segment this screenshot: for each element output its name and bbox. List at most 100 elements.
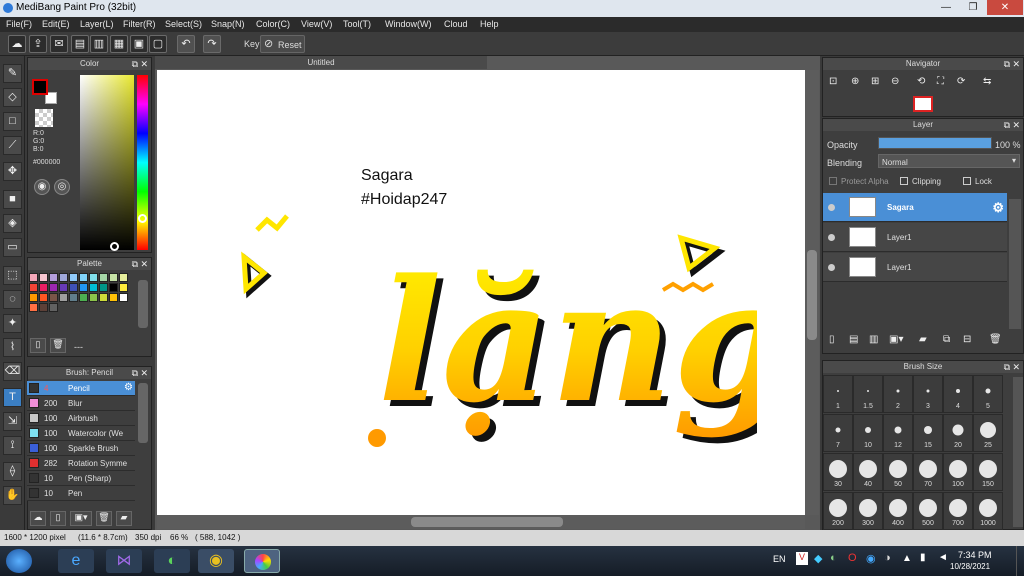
color-picker-icon[interactable]: ◎ [54,179,70,195]
new-palette-icon[interactable]: ▯ [30,338,46,353]
duplicate-layer-icon[interactable]: ⧉ [943,334,950,345]
palette-swatch[interactable] [69,273,78,282]
opacity-slider[interactable] [878,137,992,149]
palette-swatch[interactable] [39,283,48,292]
palette-swatch[interactable] [29,303,38,312]
brush-tool-icon[interactable]: ✎ [3,64,22,83]
panel-close-icon[interactable]: ✕ [140,258,148,270]
vertical-scroll-thumb[interactable] [807,250,817,340]
chrome-icon[interactable]: ◉ [198,549,234,573]
palette-swatch[interactable] [79,283,88,292]
sv-cursor[interactable] [110,242,119,251]
tray-app-icon[interactable]: ◆ [814,552,822,565]
tray-icon-2[interactable]: ◉ [866,552,876,565]
move-tool-icon[interactable]: ✥ [3,162,22,181]
undock-icon[interactable]: ⧉ [1004,119,1010,131]
menu-help[interactable]: Help [480,19,499,29]
brush-item[interactable]: 10 Pen (Sharp) [27,471,135,486]
palette-scrollbar[interactable] [138,280,148,328]
upload-icon[interactable]: ⇪ [29,35,47,53]
palette-swatch[interactable] [69,283,78,292]
panel-close-icon[interactable]: ✕ [1012,58,1020,70]
brush-item[interactable]: 200 Blur [27,396,135,411]
brush-item[interactable]: 100 Airbrush [27,411,135,426]
layer-row[interactable]: Sagara ⚙ [823,193,1007,222]
menu-tool[interactable]: Tool(T) [343,19,371,29]
palette-swatch[interactable] [109,293,118,302]
navigator-thumbnail[interactable] [913,96,933,112]
add-brush-dropdown-icon[interactable]: ▣▾ [70,511,92,526]
network-icon[interactable]: ▮ [920,552,926,563]
menu-cloud[interactable]: Cloud [444,19,468,29]
palette-swatch[interactable] [89,273,98,282]
blending-select[interactable]: Normal ▾ [878,154,1020,168]
cloud-icon[interactable]: ☁ [8,35,26,53]
layer-scrollbar[interactable] [1009,199,1021,329]
layer-settings-icon[interactable]: ⚙ [992,200,1004,216]
select-pen-icon[interactable]: ⌇ [3,338,22,357]
horizontal-scroll-thumb[interactable] [411,517,563,527]
brush-item[interactable]: 282 Rotation Symme [27,456,135,471]
new-8bit-layer-icon[interactable]: ▥ [869,334,878,345]
palette-swatch[interactable] [69,293,78,302]
menu-window[interactable]: Window(W) [385,19,432,29]
palette-swatch[interactable] [99,283,108,292]
brush-size-option[interactable]: 25 [973,414,1003,452]
add-layer-dropdown-icon[interactable]: ▣▾ [889,334,903,345]
redo-icon[interactable]: ↷ [203,35,221,53]
brush-size-option[interactable]: 150 [973,453,1003,491]
protect-alpha-checkbox[interactable] [829,177,837,185]
medibang-taskbar-icon[interactable] [244,549,280,573]
dropper2-icon[interactable]: ⟠ [3,462,22,481]
palette-swatch[interactable] [29,273,38,282]
volume-icon[interactable]: ◄ [938,552,948,563]
undo-icon[interactable]: ↶ [177,35,195,53]
palette-swatch[interactable] [59,293,68,302]
menu-layer[interactable]: Layer(L) [80,19,114,29]
menu-edit[interactable]: Edit(E) [42,19,70,29]
brush-item[interactable]: 10 Pen [27,486,135,501]
list-icon[interactable]: ▣ [130,35,148,53]
comment-icon[interactable]: ✉ [50,35,68,53]
clipping-checkbox[interactable] [900,177,908,185]
zoom-fit-icon[interactable]: ⊡ [829,76,843,90]
bucket-tool-icon[interactable]: ◈ [3,214,22,233]
text-tool-icon[interactable]: T [3,388,22,407]
palette-swatch[interactable] [119,273,128,282]
brush-size-option[interactable]: 70 [913,453,943,491]
brush-size-option[interactable]: 3 [913,375,943,413]
lasso-icon[interactable]: ◌ [3,290,22,309]
brush-size-option[interactable]: 15 [913,414,943,452]
brush-size-option[interactable]: 20 [943,414,973,452]
brush-size-option[interactable]: 4 [943,375,973,413]
merge-layer-icon[interactable]: ⊟ [963,334,971,345]
show-desktop-button[interactable] [1016,546,1024,576]
show-hidden-icons[interactable]: ▲ [902,553,912,564]
zoom-out-icon[interactable]: ⊖ [891,76,905,90]
brush-size-option[interactable]: 40 [853,453,883,491]
new-layer-icon[interactable]: ▯ [829,334,835,345]
operation-tool-icon[interactable]: ⇲ [3,412,22,431]
brush-size-option[interactable]: 400 [883,492,913,530]
language-indicator[interactable]: EN [773,554,786,564]
color-wheel-icon[interactable]: ◉ [34,179,50,195]
shape-tool-icon[interactable]: □ [3,112,22,131]
layer-row[interactable]: Layer1 [823,253,1007,282]
flip-icon[interactable]: ⇆ [983,76,997,90]
vivaldi-tray-icon[interactable]: V [796,552,808,565]
menu-filter[interactable]: Filter(R) [123,19,156,29]
rotate-right-icon[interactable]: ⟳ [957,76,971,90]
magic-wand-icon[interactable]: ✦ [3,314,22,333]
select-rect-icon[interactable]: ⬚ [3,266,22,285]
rotate-left-icon[interactable]: ⟲ [917,76,931,90]
panel-close-icon[interactable]: ✕ [140,58,148,70]
menu-color[interactable]: Color(C) [256,19,290,29]
brush-size-option[interactable]: 30 [823,453,853,491]
palette-swatch[interactable] [49,293,58,302]
undock-icon[interactable]: ⧉ [132,58,138,70]
visibility-icon[interactable] [828,264,835,271]
palette-swatch[interactable] [29,293,38,302]
fit-window-icon[interactable]: ⛶ [937,76,951,90]
new-brush-icon[interactable]: ▯ [50,511,66,526]
palette-swatch[interactable] [29,283,38,292]
